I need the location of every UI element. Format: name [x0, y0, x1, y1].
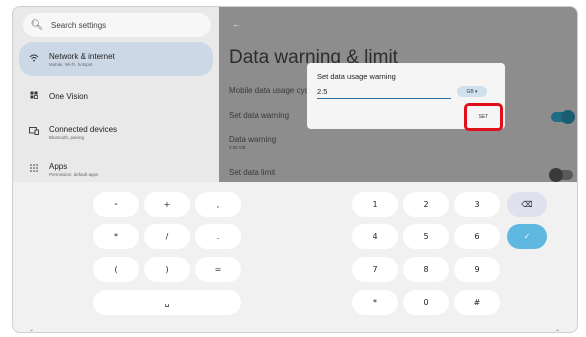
key-hash[interactable]: #: [454, 290, 500, 315]
search-bar[interactable]: 🔍︎ Search settings: [23, 13, 211, 37]
setting-row-set-data-warning[interactable]: Set data warning: [229, 111, 289, 120]
wifi-icon: [19, 54, 49, 65]
setting-row-label: Data warning: [229, 135, 277, 144]
key-0[interactable]: 0: [403, 290, 449, 315]
sidebar-item-label: Network & internet: [49, 51, 115, 61]
set-button[interactable]: SET: [464, 103, 503, 131]
key-space[interactable]: ␣: [93, 290, 241, 315]
sidebar-item-label: Connected devices: [49, 124, 118, 134]
setting-row-set-data-limit[interactable]: Set data limit: [229, 168, 275, 177]
key-8[interactable]: 8: [403, 257, 449, 282]
key-period[interactable]: .: [195, 224, 241, 249]
key-slash[interactable]: /: [144, 224, 190, 249]
key-open-paren[interactable]: (: [93, 257, 139, 282]
sidebar-item-network[interactable]: Network & internet Mobile, Wi-Fi, hotspo…: [19, 42, 213, 76]
search-placeholder: Search settings: [51, 20, 107, 30]
back-arrow-icon[interactable]: ←: [232, 19, 241, 29]
key-plus[interactable]: +: [144, 192, 190, 217]
done-key[interactable]: ✓: [507, 224, 547, 249]
sidebar-item-label: One Vision: [49, 91, 88, 101]
unit-dropdown[interactable]: GB ▾: [457, 86, 487, 97]
setting-row-label: Mobile data usage cycle: [229, 86, 315, 95]
setting-row-value: 2.00 GB: [229, 145, 246, 150]
sidebar-item-label: Apps: [49, 161, 68, 171]
sidebar-item-one-vision[interactable]: One Vision: [19, 86, 213, 106]
sidebar-item-connected-devices[interactable]: Connected devices Bluetooth, pairing: [19, 119, 213, 145]
key-1[interactable]: 1: [352, 192, 398, 217]
set-data-warning-toggle[interactable]: [551, 110, 575, 124]
key-5[interactable]: 5: [403, 224, 449, 249]
set-data-limit-toggle[interactable]: [549, 168, 573, 182]
backspace-key[interactable]: ⌫: [507, 192, 547, 217]
sidebar-item-sublabel: Bluetooth, pairing: [49, 134, 85, 140]
key-9[interactable]: 9: [454, 257, 500, 282]
toggle-knob: [561, 110, 575, 124]
toggle-knob: [549, 168, 563, 182]
numeric-keyboard: - + , * / . ( ) = ␣ 1 2 3 4 5 6 7 8 9 * …: [13, 182, 577, 332]
key-2[interactable]: 2: [403, 192, 449, 217]
sidebar-item-apps[interactable]: Apps Permission, default apps: [19, 156, 213, 182]
setting-row-data-warning[interactable]: Data warning 2.00 GB: [229, 135, 276, 150]
apps-grid-icon: [19, 163, 49, 175]
settings-sidebar: 🔍︎ Search settings Network & internet Mo…: [13, 7, 219, 182]
settings-window: 🔍︎ Search settings Network & internet Mo…: [13, 7, 577, 182]
one-vision-icon: [19, 91, 49, 102]
data-warning-value-field[interactable]: 2.5: [317, 87, 451, 99]
key-comma[interactable]: ,: [195, 192, 241, 217]
key-minus[interactable]: -: [93, 192, 139, 217]
key-4[interactable]: 4: [352, 224, 398, 249]
connected-devices-icon: [19, 126, 49, 138]
dialog-title: Set data usage warning: [317, 72, 396, 81]
data-warning-value: 2.5: [317, 87, 328, 96]
keyboard-hide-icon[interactable]: ⌄: [555, 326, 560, 332]
key-6[interactable]: 6: [454, 224, 500, 249]
key-equals[interactable]: =: [195, 257, 241, 282]
search-icon: 🔍︎: [30, 19, 44, 31]
sidebar-item-sublabel: Mobile, Wi-Fi, hotspot: [49, 61, 93, 67]
setting-row-label: Set data warning: [229, 111, 290, 120]
key-7[interactable]: 7: [352, 257, 398, 282]
setting-row-usage-cycle[interactable]: Mobile data usage cycle: [229, 86, 315, 95]
key-3[interactable]: 3: [454, 192, 500, 217]
setting-row-label: Set data limit: [229, 168, 276, 177]
chevron-down-icon[interactable]: ⌄: [29, 326, 34, 332]
sidebar-item-sublabel: Permission, default apps: [49, 171, 99, 177]
key-star[interactable]: *: [352, 290, 398, 315]
tablet-screen: 🔍︎ Search settings Network & internet Mo…: [12, 6, 578, 333]
key-asterisk[interactable]: *: [93, 224, 139, 249]
key-close-paren[interactable]: ): [144, 257, 190, 282]
